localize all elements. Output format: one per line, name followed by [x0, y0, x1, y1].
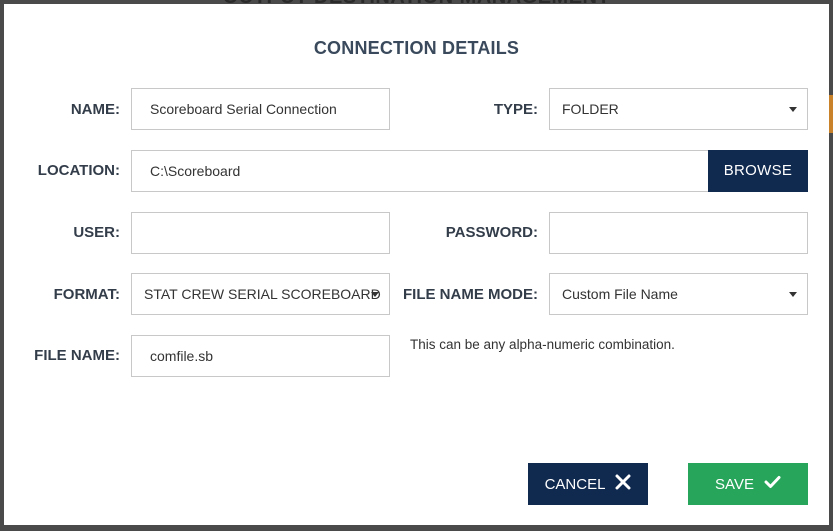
file-name-input[interactable] [131, 335, 390, 377]
name-label: NAME: [70, 101, 120, 118]
format-select-value: STAT CREW SERIAL SCOREBOARD [144, 286, 381, 302]
password-input[interactable] [549, 212, 808, 254]
save-button-label: SAVE [715, 475, 754, 493]
type-select-value: FOLDER [562, 101, 619, 117]
location-input[interactable] [131, 150, 709, 192]
dialog-title: CONNECTION DETAILS [313, 38, 520, 58]
user-input[interactable] [131, 212, 390, 254]
file-name-hint: This can be any alpha-numeric combinatio… [410, 337, 675, 352]
caret-down-icon [789, 107, 797, 112]
browse-button[interactable]: BROWSE [708, 150, 808, 192]
file-name-mode-select[interactable]: Custom File Name [549, 273, 808, 315]
file-name-label: FILE NAME: [34, 347, 120, 364]
user-label: USER: [73, 224, 120, 241]
caret-down-icon [371, 292, 379, 297]
type-label: TYPE: [493, 101, 538, 118]
location-label: LOCATION: [37, 162, 120, 179]
save-button[interactable]: SAVE [688, 463, 808, 505]
cancel-button-label: CANCEL [544, 475, 606, 493]
format-select[interactable]: STAT CREW SERIAL SCOREBOARD [131, 273, 390, 315]
file-name-mode-label: FILE NAME MODE: [403, 286, 538, 303]
cancel-button[interactable]: CANCEL [528, 463, 648, 505]
password-label: PASSWORD: [445, 224, 538, 241]
caret-down-icon [789, 292, 797, 297]
file-name-mode-select-value: Custom File Name [562, 286, 678, 302]
close-icon [615, 474, 631, 494]
connection-details-dialog: CONNECTION DETAILS NAME: TYPE: FOLDER LO… [4, 4, 829, 525]
check-icon [764, 475, 781, 493]
name-input[interactable] [131, 88, 390, 130]
type-select[interactable]: FOLDER [549, 88, 808, 130]
format-label: FORMAT: [53, 286, 120, 303]
